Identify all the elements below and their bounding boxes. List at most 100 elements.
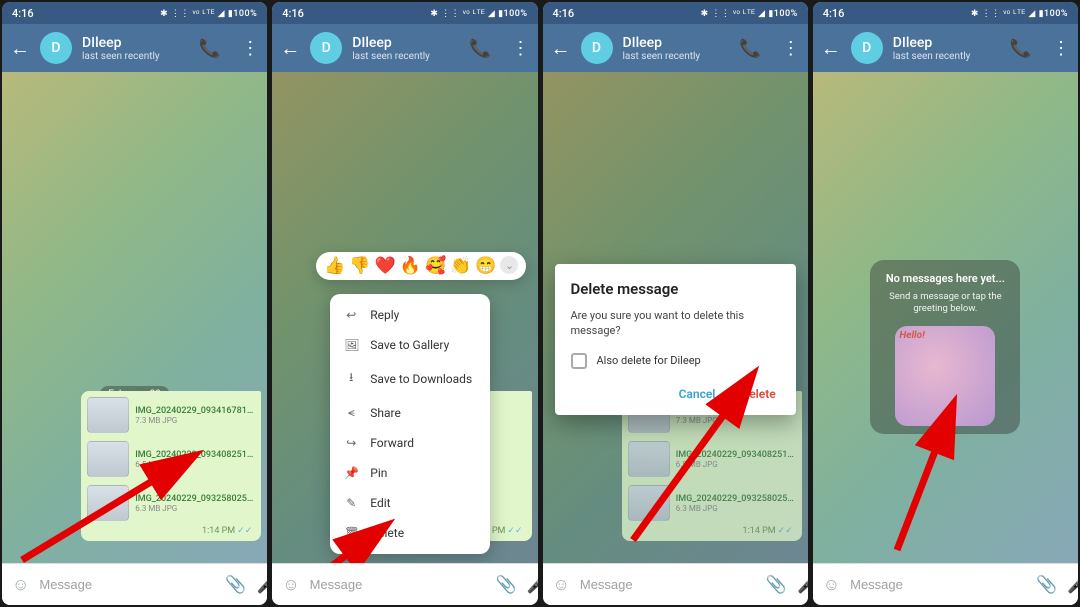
ctx-pin[interactable]: 📌Pin <box>330 458 490 488</box>
contact-info[interactable]: DIleep last seen recently <box>623 35 720 62</box>
reaction[interactable]: 🥰 <box>425 256 446 276</box>
checkbox[interactable] <box>571 353 587 369</box>
context-menu: ↩Reply 🖼Save to Gallery ⭳Save to Downloa… <box>330 294 490 554</box>
ctx-forward[interactable]: ↪Forward <box>330 428 490 458</box>
file-row[interactable]: IMG_20240229_093416781_DOC.jpg 7.3 MB JP… <box>84 394 258 436</box>
file-thumb[interactable] <box>87 441 129 477</box>
emoji-icon[interactable]: ☺ <box>553 575 570 595</box>
checkbox-row[interactable]: Also delete for Dileep <box>571 353 780 369</box>
empty-chat-card[interactable]: No messages here yet... Send a message o… <box>870 260 1020 434</box>
file-row[interactable]: IMG_20240229_093408251_DOC.jpg 6.5 MB JP… <box>625 438 799 480</box>
delete-button[interactable]: Delete <box>737 381 779 407</box>
more-icon[interactable]: ⋮ <box>512 38 530 59</box>
pin-icon: 📌 <box>344 466 358 480</box>
chat-area[interactable]: February 29 IMG_20240229_093416781_DOC.j… <box>543 72 808 563</box>
contact-info[interactable]: DIleep last seen recently <box>352 35 449 62</box>
contact-status: last seen recently <box>352 51 449 62</box>
reaction[interactable]: 👎 <box>349 256 370 276</box>
file-thumb[interactable] <box>87 397 129 433</box>
file-thumb[interactable] <box>87 485 129 521</box>
ctx-save-downloads[interactable]: ⭳Save to Downloads <box>330 360 490 397</box>
contact-info[interactable]: DIleep last seen recently <box>893 35 990 62</box>
ctx-edit[interactable]: ✎Edit <box>330 488 490 518</box>
mic-icon[interactable]: 🎤 <box>797 575 808 595</box>
chat-area[interactable]: No messages here yet... Send a message o… <box>813 72 1078 563</box>
back-button[interactable]: ← <box>10 36 30 61</box>
input-bar: ☺ 📎 🎤 <box>813 563 1078 605</box>
greeting-sticker[interactable] <box>895 326 995 426</box>
call-icon[interactable]: 📞 <box>739 38 761 59</box>
avatar[interactable]: D <box>40 32 72 64</box>
input-bar: ☺ 📎 🎤 <box>543 563 808 605</box>
contact-status: last seen recently <box>893 51 990 62</box>
chat-area[interactable]: 29_093416 7.3 MB JPG 29_09340 6.5 MB JPG… <box>272 72 537 563</box>
back-button[interactable]: ← <box>551 36 571 61</box>
file-meta: 6.5 MB JPG <box>135 460 255 469</box>
call-icon[interactable]: 📞 <box>199 38 221 59</box>
chat-area[interactable]: February 29 IMG_20240229_093416781_DOC.j… <box>2 72 267 563</box>
emoji-icon[interactable]: ☺ <box>282 575 299 595</box>
reactions-bar[interactable]: 👍 👎 ❤️ 🔥 🥰 👏 😁 ⌄ <box>316 252 526 280</box>
more-icon[interactable]: ⋮ <box>782 38 800 59</box>
attach-icon[interactable]: 📎 <box>766 575 787 595</box>
contact-name: DIleep <box>352 35 449 51</box>
file-row[interactable]: IMG_20240229_093258025_DOC.jpg 6.3 MB JP… <box>84 482 258 524</box>
attach-icon[interactable]: 📎 <box>1036 575 1057 595</box>
call-icon[interactable]: 📞 <box>1010 38 1032 59</box>
dialog-text: Are you sure you want to delete this mes… <box>571 308 780 339</box>
back-button[interactable]: ← <box>280 36 300 61</box>
mic-icon[interactable]: 🎤 <box>257 575 268 595</box>
status-bar: 4:16 ✱ ⋮⋮ ᵛᵒ ᴸᵀᴱ ◢ ▮100% <box>2 2 267 24</box>
message-input[interactable] <box>310 577 486 592</box>
file-thumb[interactable] <box>628 441 670 477</box>
reaction[interactable]: 👍 <box>324 256 345 276</box>
status-time: 4:16 <box>12 7 34 20</box>
reaction-more[interactable]: ⌄ <box>500 256 518 274</box>
file-meta: 7.3 MB JPG <box>135 416 255 425</box>
chat-header: ← D DIleep last seen recently 📞 ⋮ <box>2 24 267 72</box>
back-button[interactable]: ← <box>821 36 841 61</box>
file-meta: 7.3 MB JPG <box>676 416 796 425</box>
reaction[interactable]: 👏 <box>450 256 471 276</box>
trash-icon: 🗑 <box>344 526 358 540</box>
attach-icon[interactable]: 📎 <box>225 575 246 595</box>
call-icon[interactable]: 📞 <box>469 38 491 59</box>
ctx-save-gallery[interactable]: 🖼Save to Gallery <box>330 330 490 360</box>
ctx-delete[interactable]: 🗑Delete <box>330 518 490 548</box>
more-icon[interactable]: ⋮ <box>1052 38 1070 59</box>
avatar[interactable]: D <box>851 32 883 64</box>
message-input[interactable] <box>580 577 756 592</box>
media-message[interactable]: IMG_20240229_093416781_DOC.jpg 7.3 MB JP… <box>81 391 261 541</box>
file-row[interactable]: IMG_20240229_093258025_DOC.jpg 6.3 MB JP… <box>625 482 799 524</box>
mic-icon[interactable]: 🎤 <box>527 575 538 595</box>
status-bar: 4:16 ✱ ⋮⋮ ᵛᵒ ᴸᵀᴱ ◢ ▮100% <box>813 2 1078 24</box>
contact-status: last seen recently <box>623 51 720 62</box>
file-name: IMG_20240229_093258025_DOC.jpg <box>676 494 796 504</box>
ctx-share[interactable]: ⪪Share <box>330 397 490 428</box>
cancel-button[interactable]: Cancel <box>675 381 720 407</box>
screen-1: 4:16 ✱ ⋮⋮ ᵛᵒ ᴸᵀᴱ ◢ ▮100% ← D DIleep last… <box>2 2 267 605</box>
mic-icon[interactable]: 🎤 <box>1067 575 1078 595</box>
status-icons: ✱ ⋮⋮ ᵛᵒ ᴸᵀᴱ ◢ ▮100% <box>430 8 527 19</box>
message-input[interactable] <box>39 577 215 592</box>
avatar[interactable]: D <box>310 32 342 64</box>
avatar[interactable]: D <box>581 32 613 64</box>
chat-header: ← D DIleep last seen recently 📞 ⋮ <box>272 24 537 72</box>
more-icon[interactable]: ⋮ <box>241 38 259 59</box>
emoji-icon[interactable]: ☺ <box>823 575 840 595</box>
file-name: IMG_20240229_093258025_DOC.jpg <box>135 494 255 504</box>
reaction[interactable]: 🔥 <box>400 256 421 276</box>
contact-name: DIleep <box>82 35 179 51</box>
emoji-icon[interactable]: ☺ <box>12 575 29 595</box>
message-input[interactable] <box>850 577 1026 592</box>
attach-icon[interactable]: 📎 <box>496 575 517 595</box>
screen-3: 4:16 ✱ ⋮⋮ ᵛᵒ ᴸᵀᴱ ◢ ▮100% ← D DIleep last… <box>543 2 808 605</box>
reaction[interactable]: ❤️ <box>375 256 396 276</box>
ctx-reply[interactable]: ↩Reply <box>330 300 490 330</box>
reaction[interactable]: 😁 <box>475 256 496 276</box>
file-row[interactable]: IMG_20240229_093408251_DOC.jpg 6.5 MB JP… <box>84 438 258 480</box>
screen-4: 4:16 ✱ ⋮⋮ ᵛᵒ ᴸᵀᴱ ◢ ▮100% ← D DIleep last… <box>813 2 1078 605</box>
gallery-icon: 🖼 <box>344 338 358 352</box>
contact-info[interactable]: DIleep last seen recently <box>82 35 179 62</box>
file-thumb[interactable] <box>628 485 670 521</box>
